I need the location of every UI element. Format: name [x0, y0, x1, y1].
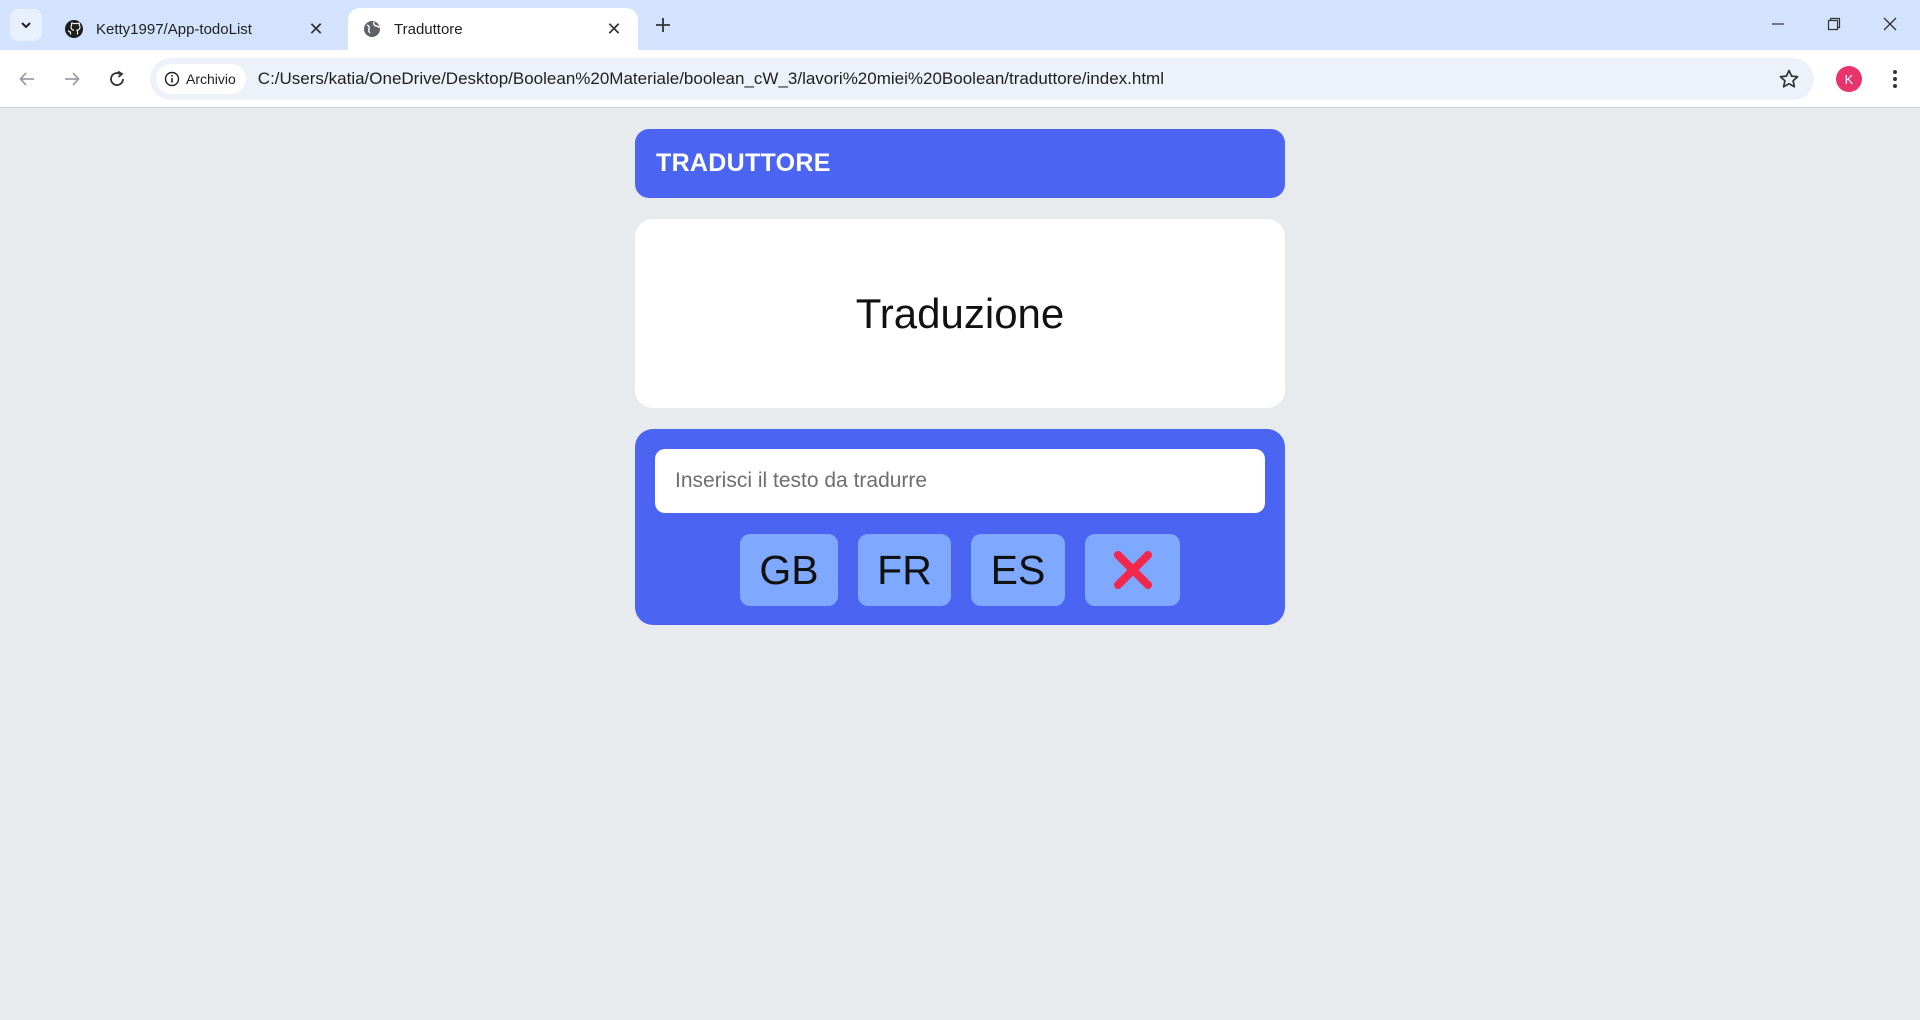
reload-button[interactable] — [100, 62, 134, 96]
close-icon[interactable]: ✕ — [306, 19, 326, 39]
profile-avatar[interactable]: K — [1836, 66, 1862, 92]
globe-icon — [362, 19, 382, 39]
translate-es-button[interactable]: ES — [971, 534, 1065, 606]
info-icon — [164, 71, 180, 87]
plus-icon — [656, 18, 670, 32]
forward-button[interactable] — [55, 62, 89, 96]
reload-icon — [110, 70, 124, 86]
translation-output-card: Traduzione — [635, 219, 1285, 408]
tab-github[interactable]: Ketty1997/App-todoList ✕ — [50, 8, 340, 50]
site-info-chip[interactable]: Archivio — [156, 64, 246, 94]
site-chip-label: Archivio — [186, 71, 236, 87]
browser-toolbar: Archivio C:/Users/katia/OneDrive/Desktop… — [0, 50, 1920, 108]
close-icon[interactable]: ✕ — [604, 19, 624, 39]
text-to-translate-input[interactable] — [655, 449, 1265, 513]
tab-strip: Ketty1997/App-todoList ✕ Traduttore ✕ — [0, 0, 1920, 50]
language-buttons: GB FR ES — [655, 534, 1265, 606]
url-text[interactable]: C:/Users/katia/OneDrive/Desktop/Boolean%… — [258, 69, 1164, 89]
bookmark-star-icon[interactable] — [1778, 68, 1800, 90]
translate-gb-button[interactable]: GB — [740, 534, 838, 606]
translation-output: Traduzione — [855, 289, 1065, 337]
address-bar[interactable]: Archivio C:/Users/katia/OneDrive/Desktop… — [150, 58, 1814, 100]
tab-traduttore[interactable]: Traduttore ✕ — [348, 8, 638, 50]
github-icon — [64, 19, 84, 39]
arrow-right-icon — [65, 72, 80, 86]
translator-app: TRADUTTORE Traduzione GB FR ES — [635, 129, 1285, 625]
translate-fr-button[interactable]: FR — [858, 534, 951, 606]
minimize-icon — [1772, 23, 1784, 25]
back-button[interactable] — [10, 62, 44, 96]
minimize-button[interactable] — [1758, 8, 1798, 40]
close-icon — [1883, 17, 1897, 31]
controls-panel: GB FR ES — [635, 429, 1285, 625]
tab-title: Ketty1997/App-todoList — [96, 20, 252, 38]
arrow-left-icon — [19, 72, 34, 86]
more-vertical-icon — [1893, 70, 1897, 88]
tab-title: Traduttore — [394, 20, 463, 38]
window-close-button[interactable] — [1870, 8, 1910, 40]
restore-icon — [1827, 17, 1841, 31]
clear-button[interactable] — [1085, 534, 1180, 606]
app-title: TRADUTTORE — [656, 149, 831, 177]
chevron-down-icon — [21, 22, 31, 29]
restore-button[interactable] — [1814, 8, 1854, 40]
new-tab-button[interactable] — [650, 12, 676, 38]
cross-mark-icon — [1113, 551, 1152, 589]
browser-menu-button[interactable] — [1880, 64, 1910, 94]
app-header: TRADUTTORE — [635, 129, 1285, 198]
tab-search-button[interactable] — [10, 9, 42, 41]
